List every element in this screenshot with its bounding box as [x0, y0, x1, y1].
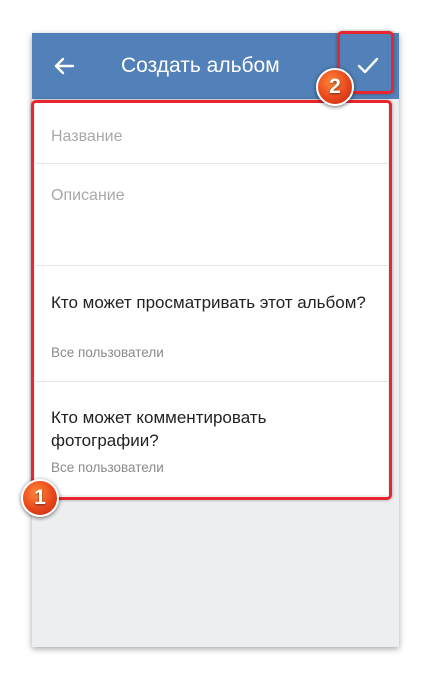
step-marker-1: 1 — [21, 479, 59, 517]
arrow-left-icon — [54, 57, 75, 75]
back-button[interactable] — [48, 50, 80, 82]
step-marker-2: 2 — [316, 68, 354, 106]
form-highlight-frame — [31, 100, 392, 500]
page-title: Создать альбом — [121, 54, 280, 77]
